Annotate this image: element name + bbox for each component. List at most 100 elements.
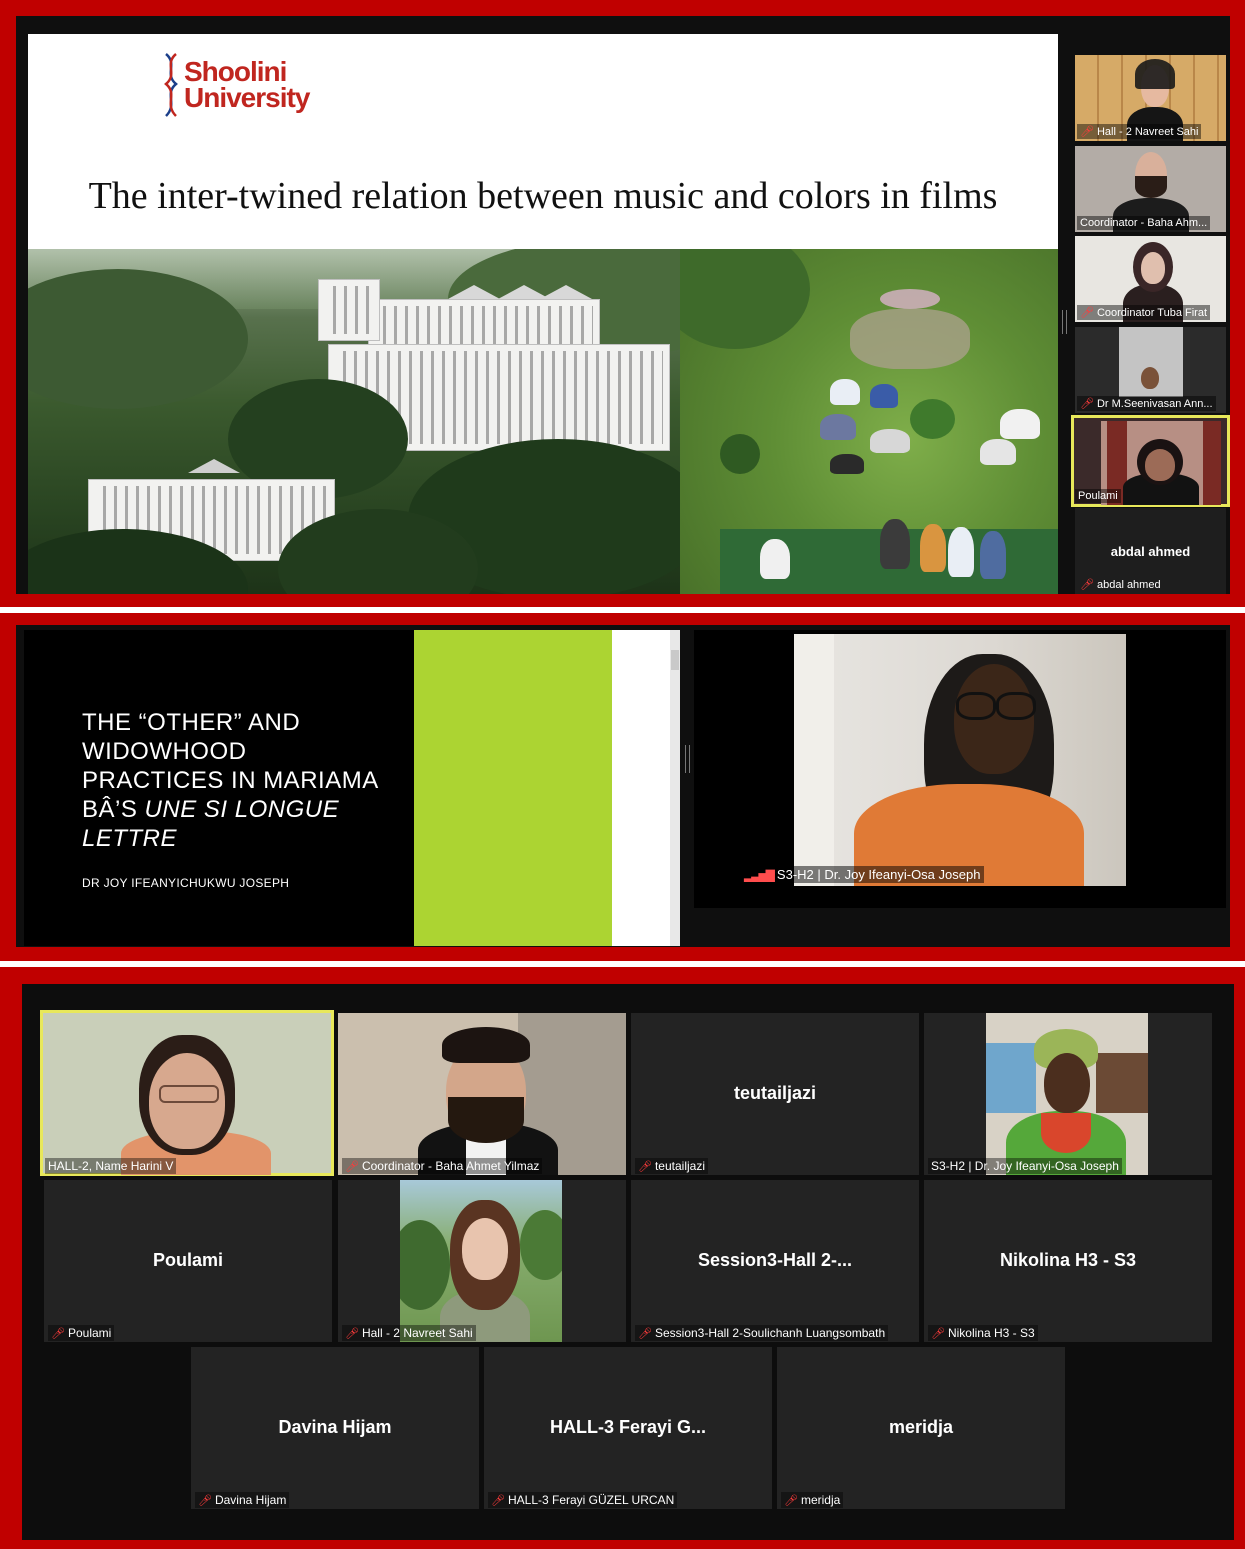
participant-tile-tuba[interactable]: 🎤︎ Coordinator Tuba Firat [1075, 236, 1226, 322]
title-italic-text: UNE SI LONGUE [144, 796, 340, 823]
gallery-tile-meridja[interactable]: meridja 🎤︎ meridja [777, 1347, 1065, 1509]
participant-name: Nikolina H3 - S3 [947, 1326, 1035, 1340]
participant-tile-navreet[interactable]: 🎤︎ Hall - 2 Navreet Sahi [1075, 55, 1226, 141]
gallery-tile-poulami[interactable]: Poulami 🎤︎ Poulami [44, 1180, 332, 1342]
participant-label: 🎤︎ Davina Hijam [195, 1492, 290, 1508]
participant-name: Coordinator - Baha Ahm... [1080, 217, 1208, 229]
participant-label: Coordinator - Baha Ahm... [1077, 216, 1211, 230]
speaker-label: ▂▃▅▇ S3-H2 | Dr. Joy Ifeanyi-Osa Joseph [740, 866, 985, 883]
slide-header: Shoolini University The inter-twined rel… [28, 34, 1058, 249]
participant-label: S3-H2 | Dr. Joy Ifeanyi-Osa Joseph [928, 1158, 1122, 1174]
gallery-tile-nikolina[interactable]: Nikolina H3 - S3 🎤︎ Nikolina H3 - S3 [924, 1180, 1212, 1342]
splitter-handle[interactable] [685, 745, 690, 773]
participant-name: Session3-Hall 2-Soulichanh Luangsombath [654, 1326, 886, 1340]
participant-display-name: teutailjazi [733, 1083, 817, 1103]
title-text: BÂ’S [82, 796, 145, 823]
gallery-tile-harini[interactable]: HALL-2, Name Harini V [40, 1010, 334, 1176]
muted-mic-icon: 🎤︎ [638, 1161, 652, 1173]
shared-slide-2: THE “OTHER” AND WIDOWHOOD PRACTICES IN M… [24, 630, 680, 946]
gallery-tile-teutailjazi[interactable]: teutailjazi 🎤︎ teutailjazi [631, 1013, 919, 1175]
muted-mic-icon: 🎤︎ [198, 1495, 212, 1507]
participant-label: 🎤︎ abdal ahmed [1077, 577, 1164, 592]
signal-bars-icon: ▂▃▅▇ [744, 868, 775, 882]
campus-hillside-photo [28, 249, 680, 594]
participant-display-name: Session3-Hall 2-... [697, 1250, 853, 1270]
slide-author: DR JOY IFEANYICHUKWU JOSEPH [82, 876, 290, 890]
students-on-lawn-photo [680, 249, 1058, 594]
participant-label: 🎤︎ Hall - 2 Navreet Sahi [342, 1325, 476, 1341]
participant-tile-seenivasan[interactable]: 🎤︎ Dr M.Seenivasan Ann... [1075, 327, 1226, 413]
participant-display-name: abdal ahmed [1110, 544, 1191, 559]
logo-line-2: University [184, 82, 310, 113]
frame-divider [0, 961, 1245, 967]
participant-tile-baha[interactable]: Coordinator - Baha Ahm... [1075, 146, 1226, 232]
gallery-tile-baha[interactable]: 🎤︎ Coordinator - Baha Ahmet Yilmaz [338, 1013, 626, 1175]
slide-scrollbar[interactable] [670, 630, 680, 946]
active-speaker-video[interactable]: ▂▃▅▇ S3-H2 | Dr. Joy Ifeanyi-Osa Joseph [694, 630, 1226, 908]
participant-display-name: meridja [888, 1417, 954, 1437]
participant-label: 🎤︎ Session3-Hall 2-Soulichanh Luangsombat… [635, 1325, 889, 1341]
frame-divider [0, 607, 1245, 613]
slide-green-band [414, 630, 612, 946]
participant-name: Hall - 2 Navreet Sahi [361, 1326, 473, 1340]
speaker-name: S3-H2 | Dr. Joy Ifeanyi-Osa Joseph [776, 867, 981, 882]
participant-name: abdal ahmed [1096, 579, 1161, 591]
participant-tile-abdal[interactable]: abdal ahmed 🎤︎ abdal ahmed [1075, 508, 1226, 594]
speaker-camera-feed [794, 634, 1126, 886]
participant-label: 🎤︎ Nikolina H3 - S3 [928, 1325, 1038, 1341]
muted-mic-icon: 🎤︎ [1080, 579, 1094, 591]
participant-name: Dr M.Seenivasan Ann... [1096, 398, 1213, 410]
participant-name: HALL-3 Ferayi GÜZEL URCAN [507, 1493, 675, 1507]
muted-mic-icon: 🎤︎ [1080, 307, 1094, 319]
participant-label: HALL-2, Name Harini V [45, 1158, 177, 1174]
muted-mic-icon: 🎤︎ [491, 1495, 505, 1507]
shared-slide-1: Shoolini University The inter-twined rel… [28, 34, 1058, 594]
muted-mic-icon: 🎤︎ [784, 1495, 798, 1507]
participant-name: teutailjazi [654, 1159, 705, 1173]
participant-tile-poulami[interactable]: Poulami [1071, 415, 1230, 507]
participant-name: meridja [800, 1493, 841, 1507]
muted-mic-icon: 🎤︎ [345, 1161, 359, 1173]
muted-mic-icon: 🎤︎ [1080, 398, 1094, 410]
participant-label: 🎤︎ meridja [781, 1492, 844, 1508]
dna-logo-icon [162, 52, 180, 118]
participant-display-name: Nikolina H3 - S3 [999, 1250, 1137, 1270]
slide-2-title: THE “OTHER” AND WIDOWHOOD PRACTICES IN M… [82, 708, 382, 853]
muted-mic-icon: 🎤︎ [931, 1328, 945, 1340]
participant-name: Poulami [1078, 490, 1118, 502]
title-line: THE “OTHER” AND [82, 709, 301, 736]
participant-name: S3-H2 | Dr. Joy Ifeanyi-Osa Joseph [931, 1159, 1119, 1173]
participant-display-name: Davina Hijam [278, 1417, 392, 1437]
muted-mic-icon: 🎤︎ [638, 1328, 652, 1340]
title-line: PRACTICES IN MARIAMA [82, 767, 379, 794]
gallery-tile-session3-hall2[interactable]: Session3-Hall 2-... 🎤︎ Session3-Hall 2-So… [631, 1180, 919, 1342]
slide-white-band [612, 630, 670, 946]
participant-label: 🎤︎ Dr M.Seenivasan Ann... [1077, 396, 1216, 411]
participant-name: Poulami [67, 1326, 112, 1340]
participant-label: 🎤︎ HALL-3 Ferayi GÜZEL URCAN [488, 1492, 678, 1508]
muted-mic-icon: 🎤︎ [51, 1328, 65, 1340]
muted-mic-icon: 🎤︎ [1080, 126, 1094, 138]
participant-name: HALL-2, Name Harini V [48, 1159, 174, 1173]
gallery-tile-davina[interactable]: Davina Hijam 🎤︎ Davina Hijam [191, 1347, 479, 1509]
gallery-tile-joy[interactable]: S3-H2 | Dr. Joy Ifeanyi-Osa Joseph [924, 1013, 1212, 1175]
participant-display-name: HALL-3 Ferayi G... [549, 1417, 707, 1437]
slide-title: The inter-twined relation between music … [88, 175, 998, 217]
participant-label: 🎤︎ Hall - 2 Navreet Sahi [1077, 124, 1202, 139]
participant-label: 🎤︎ teutailjazi [635, 1158, 708, 1174]
participant-label: Poulami [1075, 489, 1121, 503]
participant-label: 🎤︎ Coordinator - Baha Ahmet Yilmaz [342, 1158, 543, 1174]
gallery-tile-navreet[interactable]: 🎤︎ Hall - 2 Navreet Sahi [338, 1180, 626, 1342]
muted-mic-icon: 🎤︎ [345, 1328, 359, 1340]
university-logo: Shoolini University [162, 52, 310, 118]
participant-name: Coordinator Tuba Firat [1096, 307, 1208, 319]
participant-display-name: Poulami [152, 1250, 223, 1270]
splitter-handle[interactable] [1062, 310, 1067, 334]
participant-name: Hall - 2 Navreet Sahi [1096, 126, 1199, 138]
gallery-tile-ferayi[interactable]: HALL-3 Ferayi G... 🎤︎ HALL-3 Ferayi GÜZEL… [484, 1347, 772, 1509]
title-line: WIDOWHOOD [82, 738, 247, 765]
title-line: LETTRE [82, 825, 178, 852]
participant-name: Coordinator - Baha Ahmet Yilmaz [361, 1159, 540, 1173]
participant-label: 🎤︎ Poulami [48, 1325, 115, 1341]
participant-name: Davina Hijam [214, 1493, 287, 1507]
